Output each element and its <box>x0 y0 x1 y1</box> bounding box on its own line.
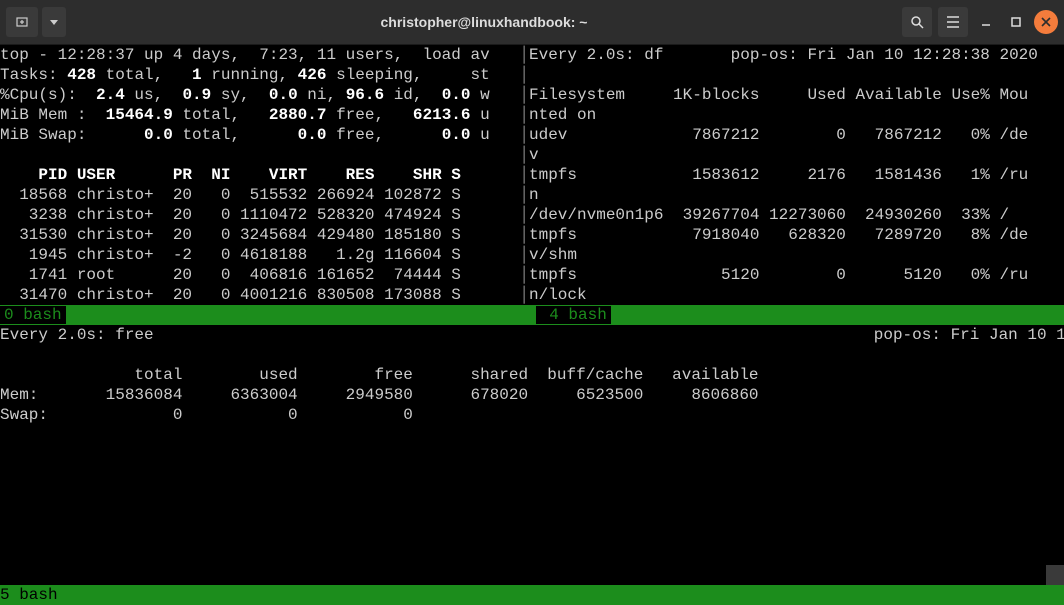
hamburger-menu[interactable] <box>938 7 968 37</box>
pane-bottom[interactable]: Every 2.0s: free pop-os: Fri Jan 10 12:2… <box>0 325 1064 585</box>
df-columns-header: Filesystem 1K-blocks Used Available Use%… <box>529 86 1028 124</box>
minimize-button[interactable] <box>974 10 998 34</box>
window-title: christopher@linuxhandbook: ~ <box>66 12 902 32</box>
tmux-window-label[interactable]: 4 bash <box>536 306 611 324</box>
top-process-row: 1741 root 20 0 406816 161652 74444 S <box>0 266 461 284</box>
window-titlebar: christopher@linuxhandbook: ~ <box>0 0 1064 45</box>
tmux-window-label[interactable]: 0 bash <box>0 306 66 324</box>
pane-divider-vertical: │ │ │ │ │ │ │ │ │ │ │ │ │ <box>519 45 529 305</box>
df-watch-header: Every 2.0s: df pop-os: Fri Jan 10 12:28:… <box>529 46 1038 64</box>
new-tab-dropdown[interactable] <box>42 7 66 37</box>
tmux-status-bar-upper: 0 bash 4 bash <box>0 305 1064 325</box>
df-row: tmpfs 7918040 628320 7289720 8% /de v/sh… <box>529 226 1028 264</box>
maximize-button[interactable] <box>1004 10 1028 34</box>
close-button[interactable] <box>1034 10 1058 34</box>
tmux-window-label[interactable]: 5 bash <box>0 586 58 604</box>
top-process-row: 31470 christo+ 20 0 4001216 830508 17308… <box>0 286 461 304</box>
new-tab-button[interactable] <box>6 7 38 37</box>
pane-top-left[interactable]: top - 12:28:37 up 4 days, 7:23, 11 users… <box>0 45 519 305</box>
df-row: /dev/nvme0n1p6 39267704 12273060 2493026… <box>529 206 1009 224</box>
top-process-row: 18568 christo+ 20 0 515532 266924 102872… <box>0 186 461 204</box>
df-row: udev 7867212 0 7867212 0% /de v <box>529 126 1028 164</box>
top-cpu-line: %Cpu(s): 2.4 us, 0.9 sy, 0.0 ni, 96.6 id… <box>0 86 490 104</box>
search-button[interactable] <box>902 7 932 37</box>
top-mem-line: MiB Mem : 15464.9 total, 2880.7 free, 62… <box>0 106 490 124</box>
top-process-row: 3238 christo+ 20 0 1110472 528320 474924… <box>0 206 461 224</box>
scrollbar-thumb[interactable] <box>1046 565 1064 585</box>
free-watch-header: Every 2.0s: free pop-os: Fri Jan 10 12:2… <box>0 326 1064 344</box>
top-swap-line: MiB Swap: 0.0 total, 0.0 free, 0.0 u <box>0 126 490 144</box>
df-row: tmpfs 5120 0 5120 0% /ru n/lock <box>529 266 1028 304</box>
top-process-row: 1945 christo+ -2 0 4618188 1.2g 116604 S <box>0 246 461 264</box>
top-process-row: 31530 christo+ 20 0 3245684 429480 18518… <box>0 226 461 244</box>
free-mem-row: Mem: 15836084 6363004 2949580 678020 652… <box>0 386 759 404</box>
pane-top-right[interactable]: Every 2.0s: df pop-os: Fri Jan 10 12:28:… <box>529 45 1064 305</box>
free-swap-row: Swap: 0 0 0 <box>0 406 413 424</box>
top-summary-line: top - 12:28:37 up 4 days, 7:23, 11 users… <box>0 46 490 64</box>
free-columns-header: total used free shared buff/cache availa… <box>0 366 759 384</box>
top-tasks-line: Tasks: 428 total, 1 running, 426 sleepin… <box>0 66 490 84</box>
df-row: tmpfs 1583612 2176 1581436 1% /ru n <box>529 166 1028 204</box>
tmux-status-bar-lower: 5 bash <box>0 585 1064 605</box>
top-process-header: PID USER PR NI VIRT RES SHR S <box>0 166 461 184</box>
terminal-area[interactable]: top - 12:28:37 up 4 days, 7:23, 11 users… <box>0 45 1064 605</box>
